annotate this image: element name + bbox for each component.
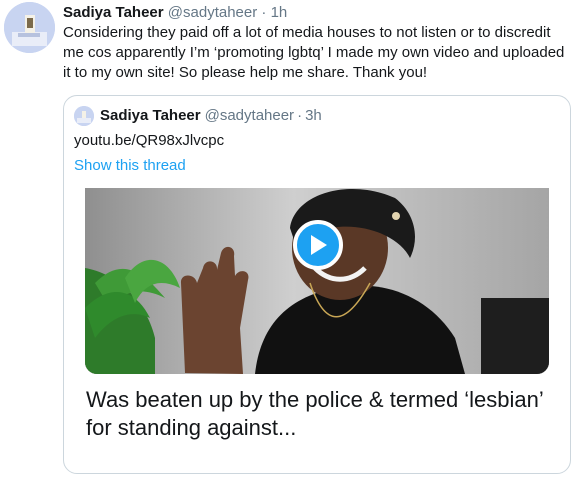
video-frame-image — [85, 188, 549, 374]
quoted-tweet-header: Sadiya Taheer @sadytaheer · 3h — [74, 106, 322, 126]
video-thumbnail[interactable] — [85, 188, 549, 374]
quoted-avatar-image — [74, 106, 94, 126]
quoted-tweet-link-text[interactable]: youtu.be/QR98xJlvcpc — [74, 131, 224, 151]
author-handle[interactable]: @sadytaheer — [168, 4, 257, 21]
quoted-author-name[interactable]: Sadiya Taheer — [100, 106, 201, 126]
dot-separator: · — [261, 4, 267, 21]
show-thread-link[interactable]: Show this thread — [74, 156, 186, 176]
avatar-image — [4, 2, 55, 53]
tweet-header: Sadiya Taheer @sadytaheer · 1h — [63, 3, 287, 23]
play-icon — [311, 235, 327, 255]
link-card-title[interactable]: Was beaten up by the police & termed ‘le… — [86, 386, 556, 442]
quoted-author-handle[interactable]: @sadytaheer — [205, 106, 294, 126]
tweet-timestamp[interactable]: 1h — [271, 4, 288, 21]
tweet-text: Considering they paid off a lot of media… — [63, 24, 565, 81]
quoted-timestamp[interactable]: 3h — [305, 106, 322, 126]
quoted-dot-separator: · — [297, 107, 303, 124]
author-avatar[interactable] — [4, 2, 55, 53]
quoted-author-avatar[interactable] — [74, 106, 94, 126]
play-button[interactable] — [293, 220, 343, 270]
quoted-tweet-card[interactable]: Sadiya Taheer @sadytaheer · 3h youtu.be/… — [63, 95, 571, 474]
author-name[interactable]: Sadiya Taheer — [63, 4, 164, 21]
